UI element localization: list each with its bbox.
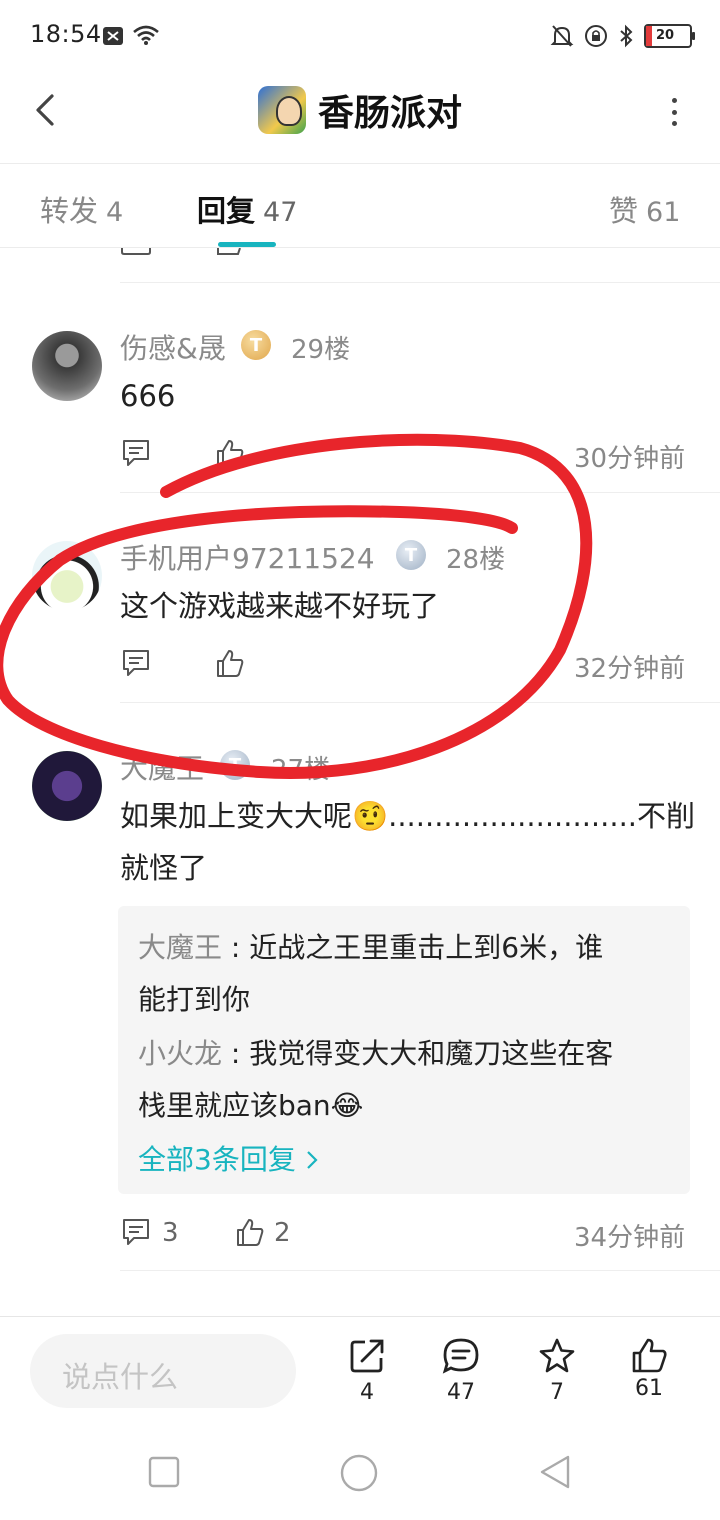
- like-icon[interactable]: [216, 248, 242, 257]
- title-area: 香肠派对: [0, 72, 720, 148]
- reply-separator: :: [222, 1037, 250, 1070]
- tab-count: 4: [106, 197, 124, 228]
- like-count: 61: [635, 1376, 663, 1401]
- reply-separator: :: [222, 931, 250, 964]
- tabs-divider: [0, 247, 720, 248]
- floor-number: 27楼: [271, 755, 331, 785]
- reply-text: 能打到你: [138, 983, 251, 1016]
- comment-text: 666: [120, 379, 176, 413]
- comment-icon[interactable]: [120, 647, 152, 679]
- reply-line: 小火龙 : 我觉得变大大和魔刀这些在客: [138, 1028, 613, 1080]
- tab-label: 转发: [40, 194, 99, 228]
- level-badge-icon: T: [396, 540, 426, 570]
- reply-text: 我觉得变大大和魔刀这些在客: [249, 1037, 614, 1070]
- comment-input-placeholder: 说点什么: [62, 1360, 179, 1394]
- comment-time: 34分钟前: [574, 1223, 686, 1253]
- tab-label: 回复: [197, 194, 256, 228]
- comment-time: 32分钟前: [574, 654, 686, 684]
- comment-icon[interactable]: [120, 1216, 152, 1248]
- tab-count: 61: [646, 197, 681, 228]
- comment-username[interactable]: 手机用户97211524: [120, 537, 375, 577]
- battery-indicator: 20: [644, 24, 695, 48]
- comment-divider: [120, 1270, 720, 1271]
- tab-likes[interactable]: 赞 61: [609, 188, 680, 230]
- status-time: 18:54: [30, 20, 102, 48]
- bottom-divider: [0, 1316, 720, 1317]
- reply-line: 大魔王 : 近战之王里重击上到6米，谁: [138, 922, 603, 974]
- mute-bell-icon: [550, 25, 574, 47]
- like-button[interactable]: 61: [614, 1336, 684, 1401]
- reply-author[interactable]: 大魔王: [138, 931, 222, 964]
- all-replies-link[interactable]: 全部3条回复: [138, 1138, 319, 1178]
- chevron-right-icon: [306, 1151, 318, 1169]
- all-replies-label: 全部3条回复: [138, 1143, 296, 1176]
- dot-icon: [671, 98, 677, 103]
- comment-text-line: 就怪了: [120, 851, 208, 885]
- page-title: 香肠派对: [317, 93, 462, 134]
- comment-time: 30分钟前: [574, 444, 686, 474]
- comment-bubble-icon: [442, 1338, 479, 1374]
- comment-username[interactable]: 伤感&晟: [120, 327, 226, 367]
- comments-button[interactable]: 47: [426, 1336, 496, 1405]
- back-nav-button[interactable]: [538, 1454, 572, 1490]
- comment-count: 3: [162, 1218, 179, 1248]
- tab-reposts[interactable]: 转发 4: [40, 188, 123, 230]
- notification-icon: [103, 27, 123, 45]
- level-badge-icon: T: [220, 750, 250, 780]
- tab-bar: 转发 4 回复 47 赞 61: [0, 164, 720, 248]
- comment-divider: [120, 492, 720, 493]
- favorite-count: 7: [550, 1380, 564, 1405]
- comments-count: 47: [447, 1380, 475, 1405]
- comment-icon[interactable]: [120, 437, 152, 469]
- avatar[interactable]: [32, 751, 102, 821]
- tab-replies[interactable]: 回复 47: [197, 188, 297, 230]
- level-badge-icon: T: [241, 330, 271, 360]
- reply-text: 近战之王里重击上到6米，谁: [249, 931, 604, 964]
- like-icon[interactable]: [214, 437, 246, 469]
- wifi-icon: [133, 25, 159, 45]
- floor-number: 29楼: [291, 335, 351, 365]
- bluetooth-icon: [620, 24, 633, 48]
- comment-text: 这个游戏越来越不好玩了: [120, 589, 440, 623]
- app-logo-icon[interactable]: [257, 86, 306, 134]
- avatar[interactable]: [32, 541, 102, 611]
- share-icon: [350, 1339, 384, 1373]
- share-button[interactable]: 4: [332, 1336, 402, 1405]
- status-bar: 18:54 20: [0, 0, 720, 72]
- thumbs-up-icon: [632, 1338, 667, 1373]
- comment-text-line: 如果加上变大大呢🤨...........................不削: [120, 799, 696, 833]
- like-icon[interactable]: [234, 1216, 266, 1248]
- reply-author[interactable]: 小火龙: [138, 1037, 222, 1070]
- more-options-button[interactable]: [668, 98, 680, 126]
- favorite-button[interactable]: 7: [522, 1336, 592, 1405]
- like-icon[interactable]: [214, 647, 246, 679]
- system-nav-bar: [0, 1420, 720, 1520]
- status-icons: 20: [550, 20, 695, 52]
- reply-text: 栈里就应该ban😂: [138, 1089, 364, 1122]
- header: 香肠派对: [0, 72, 720, 164]
- lock-rotation-icon: [585, 25, 607, 47]
- comment-icon[interactable]: [120, 248, 152, 256]
- comment-divider: [120, 282, 720, 283]
- tab-label: 赞: [609, 194, 639, 228]
- share-count: 4: [360, 1380, 374, 1405]
- like-count: 2: [274, 1218, 291, 1248]
- battery-level: 20: [656, 28, 675, 43]
- comment-divider: [120, 702, 720, 703]
- star-icon: [539, 1338, 575, 1373]
- recents-button[interactable]: [148, 1456, 180, 1488]
- home-button[interactable]: [340, 1454, 378, 1492]
- avatar[interactable]: [32, 331, 102, 401]
- dot-icon: [671, 121, 677, 126]
- dot-icon: [671, 109, 677, 115]
- floor-number: 28楼: [446, 545, 506, 575]
- tab-count: 47: [263, 197, 298, 228]
- comment-username[interactable]: 大魔王: [120, 747, 204, 787]
